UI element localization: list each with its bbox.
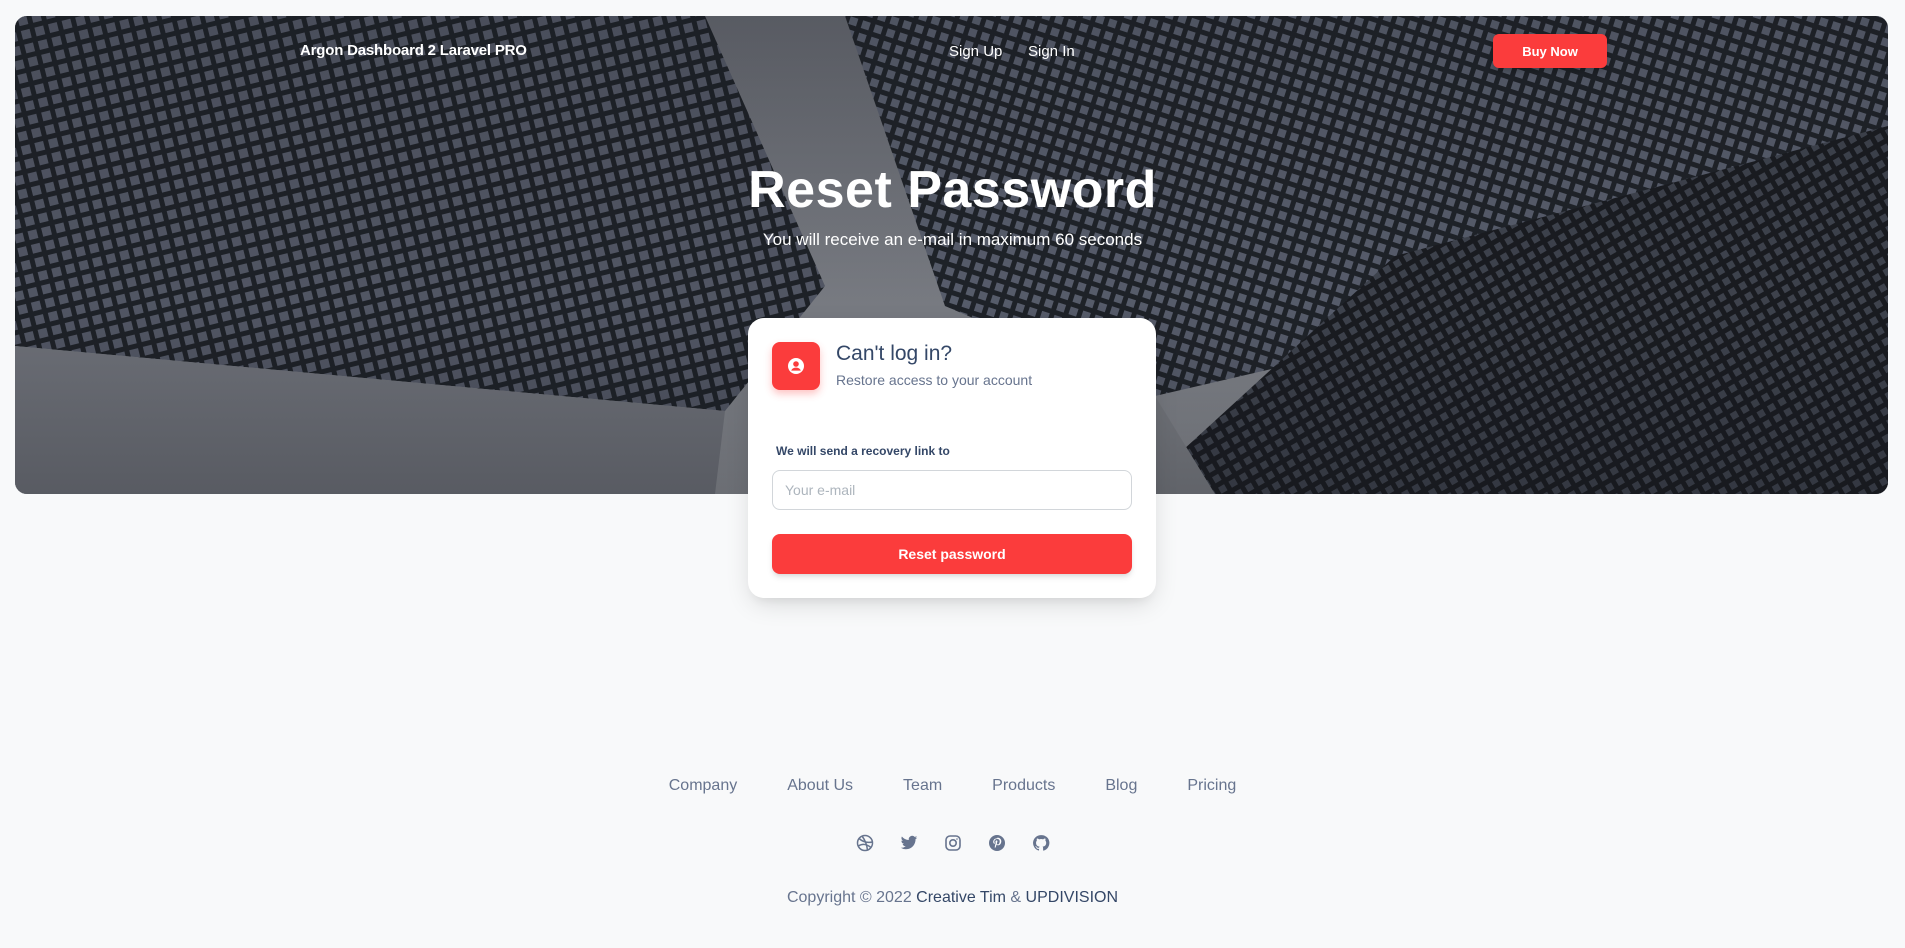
pinterest-icon[interactable]	[988, 834, 1006, 852]
instagram-icon[interactable]	[944, 834, 962, 852]
footer-link-pricing[interactable]: Pricing	[1187, 777, 1236, 795]
footer-nav: Company About Us Team Products Blog Pric…	[0, 777, 1905, 795]
footer-link-blog[interactable]: Blog	[1105, 777, 1137, 795]
nav-link-sign-up[interactable]: Sign Up	[949, 43, 1002, 60]
page-subtitle: You will receive an e-mail in maximum 60…	[762, 230, 1143, 249]
footer-link-team[interactable]: Team	[903, 777, 942, 795]
footer-link-products[interactable]: Products	[992, 777, 1055, 795]
dribbble-icon[interactable]	[856, 834, 874, 852]
reset-password-button[interactable]: Reset password	[772, 534, 1132, 574]
social-links	[0, 834, 1905, 852]
nav-link-sign-in[interactable]: Sign In	[1028, 43, 1075, 60]
navbar-brand[interactable]: Argon Dashboard 2 Laravel PRO	[300, 42, 527, 59]
footer-link-about-us[interactable]: About Us	[787, 777, 853, 795]
card-subtitle: Restore access to your account	[836, 372, 1033, 388]
copyright: Copyright © 2022 Creative Tim & UPDIVISI…	[0, 889, 1905, 907]
updivision-link[interactable]: UPDIVISION	[1026, 889, 1118, 906]
github-icon[interactable]	[1032, 834, 1050, 852]
copyright-text: Copyright © 2022	[786, 889, 912, 906]
reset-password-card: Can't log in? Restore access to your acc…	[748, 318, 1156, 598]
twitter-icon[interactable]	[900, 834, 918, 852]
card-title: Can't log in?	[836, 342, 953, 365]
creative-tim-link[interactable]: Creative Tim	[916, 889, 1006, 906]
footer-link-company[interactable]: Company	[669, 777, 737, 795]
buy-now-button[interactable]: Buy Now	[1493, 34, 1607, 68]
email-field[interactable]	[772, 470, 1132, 510]
email-field-label: We will send a recovery link to	[776, 444, 950, 458]
page-title: Reset Password	[748, 161, 1157, 219]
user-circle-icon	[772, 342, 820, 390]
copyright-separator: &	[1010, 889, 1022, 906]
